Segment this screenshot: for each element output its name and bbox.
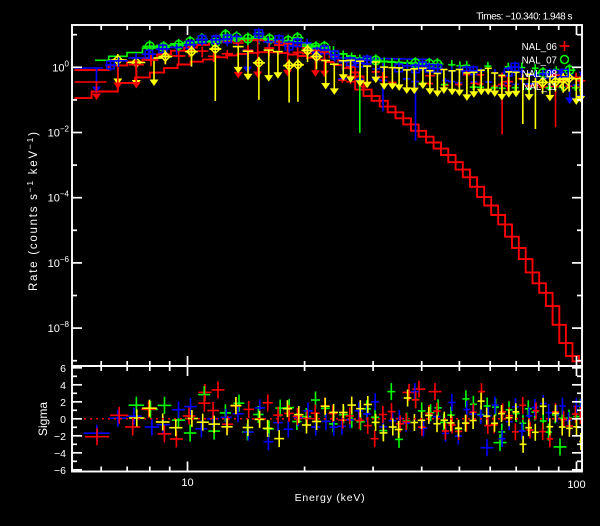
svg-text:10: 10 — [181, 477, 193, 489]
svg-text:Times: −10.340: 1.948 s: Times: −10.340: 1.948 s — [476, 12, 572, 23]
svg-text:NAL_08: NAL_08 — [522, 69, 558, 80]
svg-text:−4: −4 — [54, 448, 66, 460]
svg-text:100: 100 — [567, 479, 585, 491]
svg-text:2: 2 — [60, 397, 66, 409]
svg-text:NAL_07: NAL_07 — [522, 56, 557, 67]
svg-text:Rate (counts s−1 keV−1): Rate (counts s−1 keV−1) — [25, 130, 40, 291]
svg-text:Sigma: Sigma — [36, 402, 50, 436]
svg-text:4: 4 — [60, 380, 66, 392]
svg-text:6: 6 — [60, 363, 66, 375]
svg-text:0: 0 — [60, 414, 66, 426]
svg-text:Energy (keV): Energy (keV) — [295, 492, 366, 504]
svg-text:−2: −2 — [54, 431, 66, 443]
svg-text:−6: −6 — [54, 465, 66, 477]
svg-text:NAL_11: NAL_11 — [522, 82, 557, 93]
svg-text:NAL_06: NAL_06 — [522, 42, 558, 53]
